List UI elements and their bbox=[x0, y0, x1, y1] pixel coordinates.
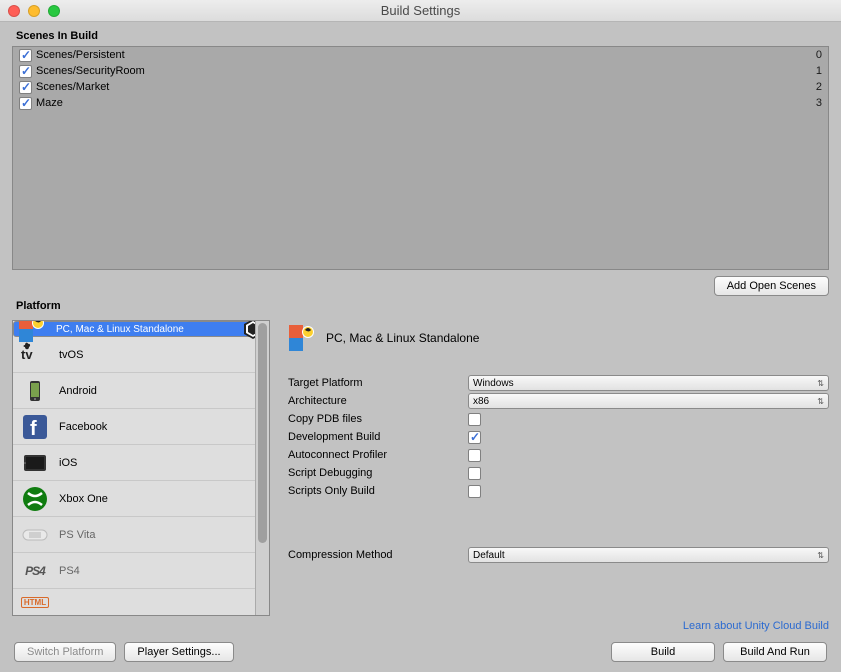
build-button[interactable]: Build bbox=[611, 642, 715, 662]
switch-platform-button[interactable]: Switch Platform bbox=[14, 642, 116, 662]
xbox-icon bbox=[21, 485, 49, 513]
platform-item-psvita[interactable]: PS Vita bbox=[13, 517, 269, 553]
development-build-label: Development Build bbox=[288, 431, 468, 443]
scene-name: Scenes/SecurityRoom bbox=[36, 65, 816, 77]
platform-label: Platform bbox=[16, 300, 829, 312]
select-value: Default bbox=[473, 550, 505, 561]
zoom-icon[interactable] bbox=[48, 5, 60, 17]
scrollbar-thumb[interactable] bbox=[258, 323, 267, 543]
copy-pdb-checkbox[interactable] bbox=[468, 413, 481, 426]
chevron-updown-icon: ⇅ bbox=[817, 551, 824, 560]
scene-row[interactable]: Maze 3 bbox=[13, 95, 828, 111]
platform-label-text: PS Vita bbox=[59, 529, 261, 541]
svg-text:f: f bbox=[30, 418, 37, 440]
platform-label-text: PC, Mac & Linux Standalone bbox=[56, 324, 232, 335]
platform-list: PC, Mac & Linux Standalone tv tvOS And bbox=[12, 320, 270, 616]
titlebar: Build Settings bbox=[0, 0, 841, 22]
platform-item-tvos[interactable]: tv tvOS bbox=[13, 337, 269, 373]
autoconnect-profiler-label: Autoconnect Profiler bbox=[288, 449, 468, 461]
platform-item-standalone[interactable]: PC, Mac & Linux Standalone bbox=[13, 321, 269, 337]
platform-label-text: Facebook bbox=[59, 421, 261, 433]
target-platform-label: Target Platform bbox=[288, 377, 468, 389]
select-value: x86 bbox=[473, 396, 489, 407]
development-build-checkbox[interactable] bbox=[468, 431, 481, 444]
platform-item-ios[interactable]: iOS bbox=[13, 445, 269, 481]
close-icon[interactable] bbox=[8, 5, 20, 17]
platform-item-android[interactable]: Android bbox=[13, 373, 269, 409]
window-title: Build Settings bbox=[0, 3, 841, 18]
scene-checkbox[interactable] bbox=[19, 49, 32, 62]
scene-index: 1 bbox=[816, 65, 822, 77]
scene-row[interactable]: Scenes/Persistent 0 bbox=[13, 47, 828, 63]
platform-label-text: Android bbox=[59, 385, 261, 397]
ps4-icon: PS4 bbox=[21, 557, 49, 585]
scene-name: Scenes/Market bbox=[36, 81, 816, 93]
scene-row[interactable]: Scenes/SecurityRoom 1 bbox=[13, 63, 828, 79]
ios-icon bbox=[21, 449, 49, 477]
platform-scrollbar[interactable] bbox=[255, 321, 269, 615]
scene-checkbox[interactable] bbox=[19, 65, 32, 78]
platform-item-webgl[interactable]: HTML bbox=[13, 589, 269, 615]
autoconnect-profiler-checkbox[interactable] bbox=[468, 449, 481, 462]
scene-row[interactable]: Scenes/Market 2 bbox=[13, 79, 828, 95]
scripts-only-label: Scripts Only Build bbox=[288, 485, 468, 497]
chevron-updown-icon: ⇅ bbox=[817, 379, 824, 388]
scripts-only-checkbox[interactable] bbox=[468, 485, 481, 498]
minimize-icon[interactable] bbox=[28, 5, 40, 17]
architecture-label: Architecture bbox=[288, 395, 468, 407]
facebook-icon: f bbox=[21, 413, 49, 441]
scenes-label: Scenes In Build bbox=[16, 30, 829, 42]
target-platform-select[interactable]: Windows ⇅ bbox=[468, 375, 829, 391]
scene-checkbox[interactable] bbox=[19, 97, 32, 110]
html5-icon: HTML bbox=[21, 588, 49, 616]
chevron-updown-icon: ⇅ bbox=[817, 397, 824, 406]
scene-name: Scenes/Persistent bbox=[36, 49, 816, 61]
detail-header: PC, Mac & Linux Standalone bbox=[288, 320, 829, 356]
player-settings-button[interactable]: Player Settings... bbox=[124, 642, 233, 662]
script-debugging-checkbox[interactable] bbox=[468, 467, 481, 480]
appletv-icon: tv bbox=[21, 341, 49, 369]
scenes-list: Scenes/Persistent 0 Scenes/SecurityRoom … bbox=[12, 46, 829, 270]
scene-index: 2 bbox=[816, 81, 822, 93]
compression-select[interactable]: Default ⇅ bbox=[468, 547, 829, 563]
scene-index: 3 bbox=[816, 97, 822, 109]
detail-title: PC, Mac & Linux Standalone bbox=[326, 331, 479, 345]
scene-checkbox[interactable] bbox=[19, 81, 32, 94]
psvita-icon bbox=[21, 521, 49, 549]
platform-label-text: PS4 bbox=[59, 565, 261, 577]
architecture-select[interactable]: x86 ⇅ bbox=[468, 393, 829, 409]
standalone-icon bbox=[288, 324, 316, 352]
compression-label: Compression Method bbox=[288, 549, 468, 561]
cloud-build-link[interactable]: Learn about Unity Cloud Build bbox=[683, 620, 829, 632]
platform-item-ps4[interactable]: PS4 PS4 bbox=[13, 553, 269, 589]
add-open-scenes-button[interactable]: Add Open Scenes bbox=[714, 276, 829, 296]
select-value: Windows bbox=[473, 378, 514, 389]
platform-label-text: iOS bbox=[59, 457, 261, 469]
copy-pdb-label: Copy PDB files bbox=[288, 413, 468, 425]
scene-name: Maze bbox=[36, 97, 816, 109]
build-and-run-button[interactable]: Build And Run bbox=[723, 642, 827, 662]
platform-item-facebook[interactable]: f Facebook bbox=[13, 409, 269, 445]
script-debugging-label: Script Debugging bbox=[288, 467, 468, 479]
platform-label-text: tvOS bbox=[59, 349, 261, 361]
window-controls bbox=[8, 5, 60, 17]
svg-text:tv: tv bbox=[21, 347, 33, 362]
platform-item-xboxone[interactable]: Xbox One bbox=[13, 481, 269, 517]
scene-index: 0 bbox=[816, 49, 822, 61]
android-icon bbox=[21, 377, 49, 405]
platform-label-text: Xbox One bbox=[59, 493, 261, 505]
